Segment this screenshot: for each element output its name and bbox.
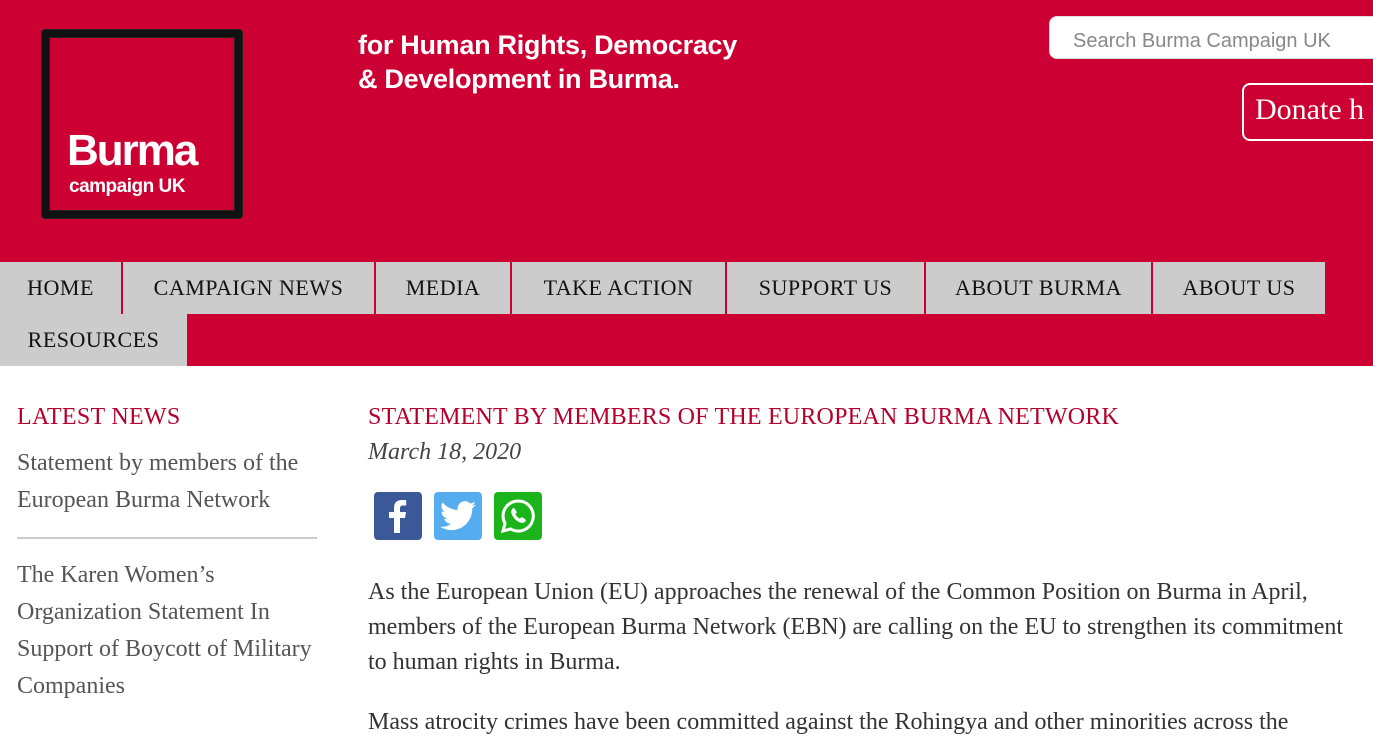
facebook-share-button[interactable] [374, 492, 422, 540]
article-date: March 18, 2020 [368, 439, 522, 465]
sidebar-news-link[interactable]: Statement by members of the European Bur… [17, 445, 317, 519]
logo-wordmark: Burma [67, 126, 198, 175]
nav-item-support-us[interactable]: SUPPORT US [727, 262, 924, 314]
twitter-share-button[interactable] [434, 492, 482, 540]
nav-item-take-action[interactable]: TAKE ACTION [512, 262, 725, 314]
nav-item-media[interactable]: MEDIA [376, 262, 510, 314]
tagline-line-2: & Development in Burma. [358, 64, 680, 94]
tagline-line-1: for Human Rights, Democracy [358, 30, 737, 60]
facebook-icon [389, 500, 407, 533]
article: STATEMENT BY MEMBERS OF THE EUROPEAN BUR… [368, 404, 1358, 735]
logo-subtitle: campaign UK [69, 176, 185, 197]
nav-item-about-burma[interactable]: ABOUT BURMA [926, 262, 1151, 314]
article-title: STATEMENT BY MEMBERS OF THE EUROPEAN BUR… [368, 404, 1120, 430]
site-tagline: for Human Rights, Democracy & Developmen… [358, 28, 737, 96]
twitter-icon [440, 501, 476, 531]
whatsapp-share-button[interactable] [494, 492, 542, 540]
article-paragraph: As the European Union (EU) approaches th… [368, 579, 1344, 675]
site-logo[interactable]: Burma campaign UK [42, 30, 242, 218]
donate-button[interactable]: Donate h [1242, 83, 1373, 141]
article-paragraph: Mass atrocity crimes have been committed… [368, 709, 1289, 735]
search-input[interactable] [1049, 16, 1373, 59]
nav-item-about-us[interactable]: ABOUT US [1153, 262, 1325, 314]
share-buttons [374, 492, 542, 540]
nav-item-resources[interactable]: RESOURCES [0, 314, 187, 366]
nav-item-campaign-news[interactable]: CAMPAIGN NEWS [123, 262, 374, 314]
nav-item-home[interactable]: HOME [0, 262, 121, 314]
sidebar-heading: LATEST NEWS [17, 404, 181, 430]
whatsapp-icon [500, 499, 535, 534]
sidebar-news-link[interactable]: The Karen Women’s Organization Statement… [17, 557, 317, 705]
latest-news-sidebar: LATEST NEWS Statement by members of the … [17, 404, 317, 705]
sidebar-divider [17, 537, 317, 539]
